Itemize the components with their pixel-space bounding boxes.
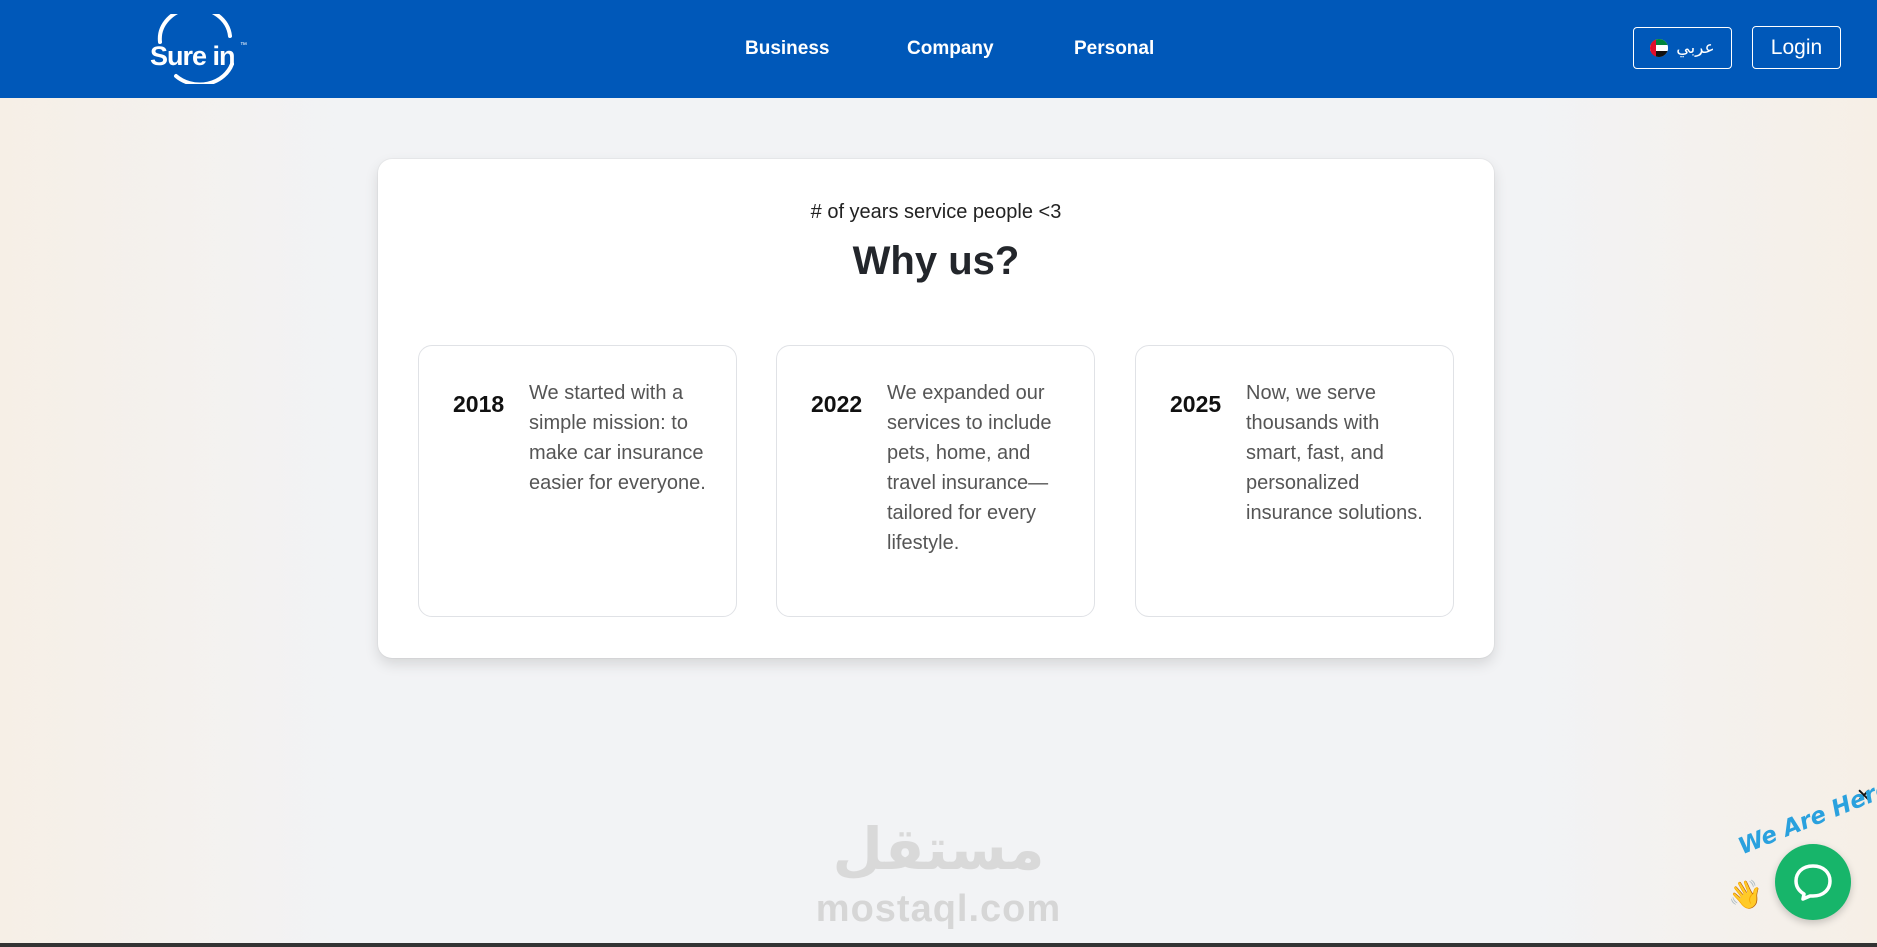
language-switch-button[interactable]: عربي [1633, 27, 1732, 69]
timeline-year: 2025 [1170, 391, 1222, 417]
section-subtitle: # of years service people <3 [810, 201, 1062, 223]
nav-personal[interactable]: Personal [1074, 38, 1154, 60]
nav-business[interactable]: Business [745, 38, 829, 60]
language-label: عربي [1676, 38, 1715, 57]
timeline-card: 2018 We started with a simple mission: t… [418, 345, 737, 617]
nav-company[interactable]: Company [907, 38, 994, 60]
top-navbar: Sure in ™ Business Company Personal عربي… [0, 0, 1877, 98]
waving-hand-icon: 👋 [1728, 879, 1763, 910]
timeline-text: We started with a simple mission: to mak… [529, 382, 706, 494]
timeline-text: Now, we serve thousands with smart, fast… [1246, 382, 1423, 524]
login-button[interactable]: Login [1752, 26, 1841, 69]
chat-button[interactable] [1775, 844, 1851, 920]
why-us-card: # of years service people <3 Why us? 201… [378, 159, 1494, 658]
main-nav: Business Company Personal [0, 38, 1877, 64]
timeline-year: 2018 [453, 391, 505, 417]
timeline-card: 2022 We expanded our services to include… [776, 345, 1095, 617]
watermark-arabic: مستقل [832, 817, 1045, 882]
timeline-year: 2022 [811, 391, 863, 417]
watermark-english: mostaql.com [815, 888, 1062, 930]
uae-flag-icon [1650, 39, 1669, 57]
chat-bubble-icon [1794, 864, 1832, 901]
bottom-divider [0, 943, 1877, 947]
section-title: Why us? [852, 239, 1020, 283]
timeline-card: 2025 Now, we serve thousands with smart,… [1135, 345, 1454, 617]
timeline-text: We expanded our services to include pets… [887, 382, 1052, 554]
